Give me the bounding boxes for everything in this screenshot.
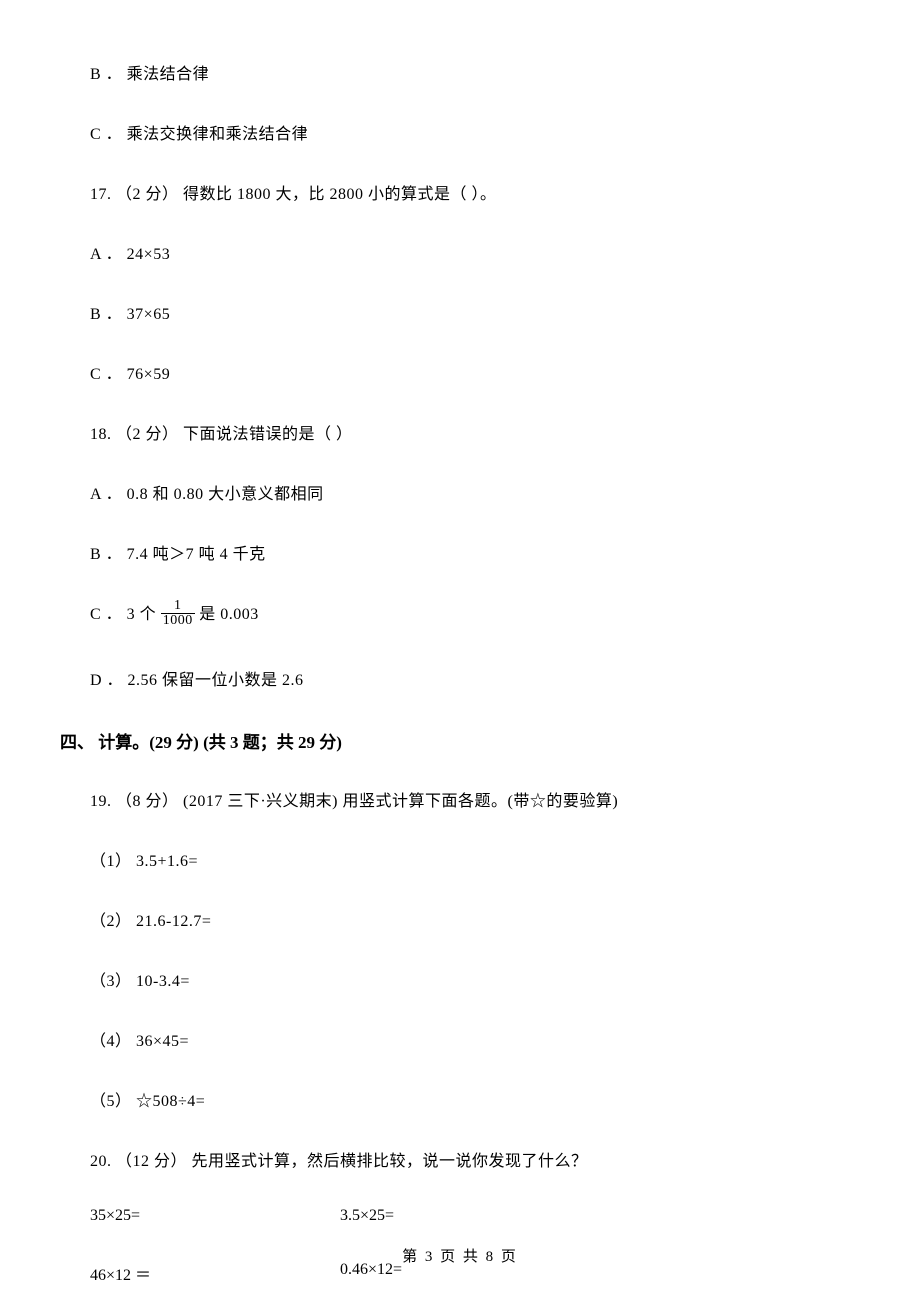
q19-sub5: （5） ☆508÷4= (90, 1087, 830, 1111)
q16-option-c: C ． 乘法交换律和乘法结合律 (90, 120, 830, 144)
q17-option-b: B ． 37×65 (90, 300, 830, 324)
q16-option-b: B ． 乘法结合律 (90, 60, 830, 84)
q18c-suffix: 是 0.003 (199, 606, 259, 623)
page-footer: 第 3 页 共 8 页 (0, 1245, 920, 1266)
fraction-denominator: 1000 (161, 614, 195, 628)
fraction-numerator: 1 (161, 599, 195, 614)
fraction-icon: 1 1000 (161, 599, 195, 628)
q20-row1: 35×25= 3.5×25= (90, 1207, 830, 1225)
q18-option-d: D ． 2.56 保留一位小数是 2.6 (90, 666, 830, 690)
q17-option-c: C ． 76×59 (90, 360, 830, 384)
q20-stem: 20. （12 分） 先用竖式计算，然后横排比较，说一说你发现了什么？ (90, 1147, 830, 1171)
q19-stem: 19. （8 分） (2017 三下·兴义期末) 用竖式计算下面各题。(带☆的要… (90, 787, 830, 811)
q18-option-a: A ． 0.8 和 0.80 大小意义都相同 (90, 480, 830, 504)
q19-sub2: （2） 21.6-12.7= (90, 907, 830, 931)
q18c-prefix: C ． 3 个 (90, 606, 161, 623)
q17-stem: 17. （2 分） 得数比 1800 大，比 2800 小的算式是（ ）。 (90, 180, 830, 204)
q18-stem: 18. （2 分） 下面说法错误的是（ ） (90, 420, 830, 444)
section-4-header: 四、 计算。(29 分) (共 3 题；共 29 分) (60, 728, 830, 753)
q20-r1b: 3.5×25= (340, 1207, 394, 1225)
q17-option-a: A ． 24×53 (90, 240, 830, 264)
q19-sub1: （1） 3.5+1.6= (90, 847, 830, 871)
q20-r1a: 35×25= (90, 1207, 340, 1225)
q19-sub3: （3） 10-3.4= (90, 967, 830, 991)
q18-option-c: C ． 3 个 1 1000 是 0.003 (90, 600, 830, 630)
q19-sub4: （4） 36×45= (90, 1027, 830, 1051)
q18-option-b: B ． 7.4 吨＞7 吨 4 千克 (90, 540, 830, 564)
